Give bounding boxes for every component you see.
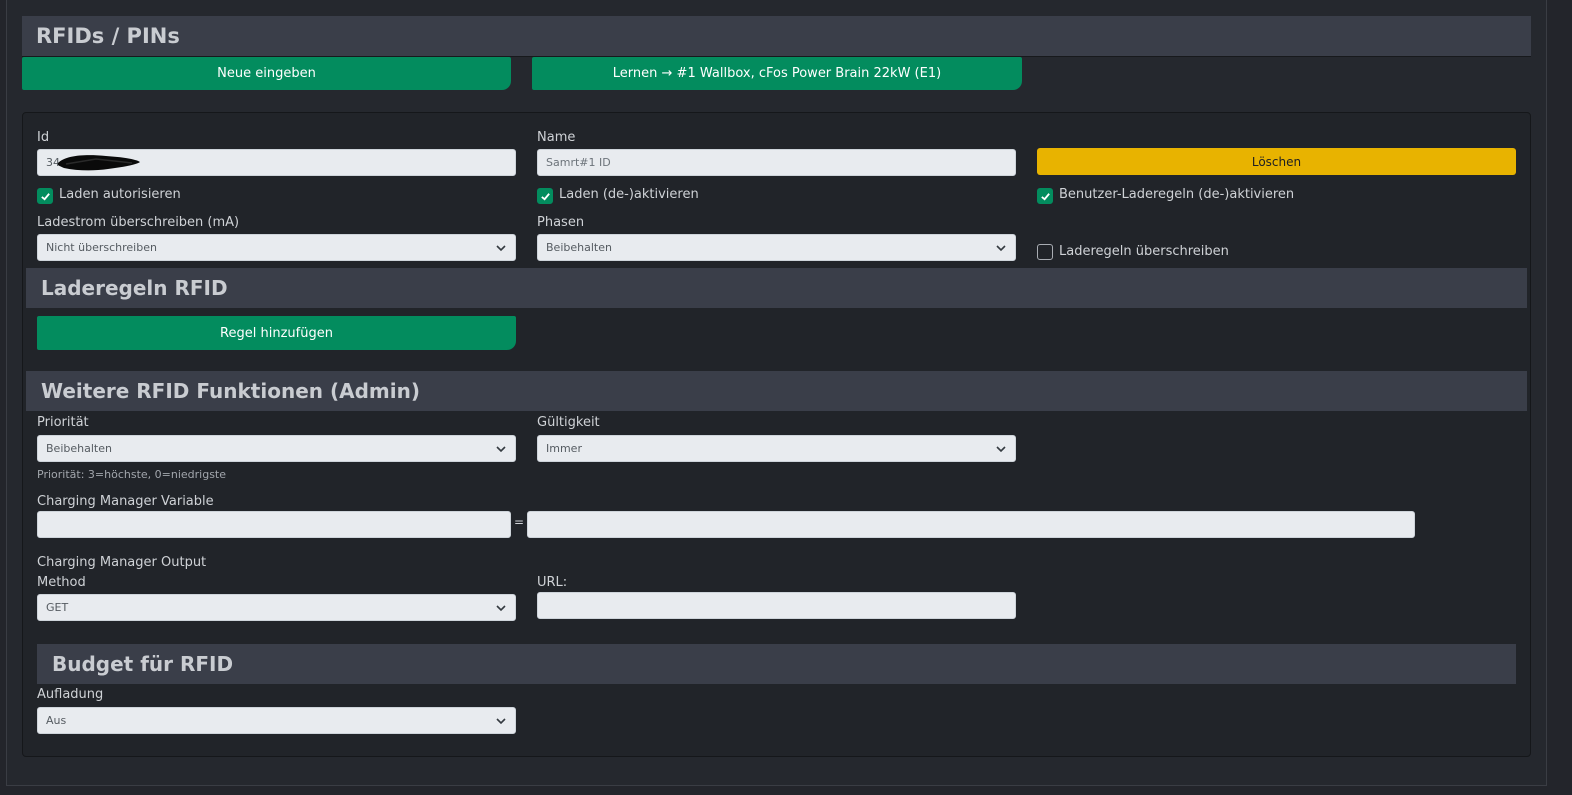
authorize-checkbox[interactable] xyxy=(37,188,53,204)
rules-title: Laderegeln RFID xyxy=(41,276,228,300)
add-rule-button[interactable]: Regel hinzufügen xyxy=(37,316,516,350)
name-input[interactable] xyxy=(546,156,1015,169)
priority-value: Beibehalten xyxy=(46,442,112,455)
delete-button[interactable]: Löschen xyxy=(1037,148,1516,175)
user-rules-label: Benutzer-Laderegeln (de-)aktivieren xyxy=(1059,187,1295,202)
charge-select[interactable]: Aus xyxy=(37,707,516,734)
deactivate-label: Laden (de-)aktivieren xyxy=(559,187,699,202)
user-rules-checkbox[interactable] xyxy=(1037,188,1053,204)
cm-variable-name-field[interactable] xyxy=(37,511,511,538)
method-select[interactable]: GET xyxy=(37,594,516,621)
cm-variable-value-field[interactable] xyxy=(527,511,1415,538)
admin-title: Weitere RFID Funktionen (Admin) xyxy=(41,379,420,403)
chevron-down-icon xyxy=(496,245,506,252)
check-icon xyxy=(40,192,50,201)
chevron-down-icon xyxy=(996,245,1006,252)
redaction-scribble xyxy=(57,155,140,171)
current-label: Ladestrom überschreiben (mA) xyxy=(37,215,240,230)
name-label: Name xyxy=(537,130,576,145)
deactivate-checkbox[interactable] xyxy=(537,188,553,204)
priority-label: Priorität xyxy=(37,415,89,430)
cm-variable-label: Charging Manager Variable xyxy=(37,494,214,509)
check-icon xyxy=(1040,192,1050,201)
validity-select[interactable]: Immer xyxy=(537,435,1016,462)
budget-title: Budget für RFID xyxy=(52,652,234,676)
current-value: Nicht überschreiben xyxy=(46,241,157,254)
url-label: URL: xyxy=(537,575,568,590)
url-field[interactable] xyxy=(537,592,1016,619)
chevron-down-icon xyxy=(496,605,506,612)
charge-value: Aus xyxy=(46,714,67,727)
phases-value: Beibehalten xyxy=(546,241,612,254)
section-title: RFIDs / PINs xyxy=(36,24,180,48)
authorize-label: Laden autorisieren xyxy=(59,187,181,202)
phases-label: Phasen xyxy=(537,215,585,230)
cm-output-label: Charging Manager Output xyxy=(37,555,207,570)
override-rules-checkbox[interactable] xyxy=(1037,244,1053,260)
new-rfid-button[interactable]: Neue eingeben xyxy=(22,57,511,90)
phases-select[interactable]: Beibehalten xyxy=(537,234,1016,261)
id-label: Id xyxy=(37,130,50,145)
url-input[interactable] xyxy=(546,599,1015,612)
learn-rfid-button[interactable]: Lernen → #1 Wallbox, cFos Power Brain 22… xyxy=(532,57,1022,90)
chevron-down-icon xyxy=(496,446,506,453)
priority-hint: Priorität: 3=höchste, 0=niedrigste xyxy=(37,468,227,481)
method-label: Method xyxy=(37,575,86,590)
admin-header: Weitere RFID Funktionen (Admin) xyxy=(26,371,1527,411)
name-field[interactable] xyxy=(537,149,1016,176)
cm-variable-name-input[interactable] xyxy=(46,518,510,531)
validity-label: Gültigkeit xyxy=(537,415,600,430)
rules-header: Laderegeln RFID xyxy=(26,268,1527,308)
priority-select[interactable]: Beibehalten xyxy=(37,435,516,462)
current-select[interactable]: Nicht überschreiben xyxy=(37,234,516,261)
method-value: GET xyxy=(46,601,69,614)
validity-value: Immer xyxy=(546,442,582,455)
chevron-down-icon xyxy=(496,718,506,725)
chevron-down-icon xyxy=(996,446,1006,453)
budget-header: Budget für RFID xyxy=(37,644,1516,684)
section-header-rfids: RFIDs / PINs xyxy=(22,16,1531,56)
override-rules-label: Laderegeln überschreiben xyxy=(1059,244,1229,259)
cm-variable-value-input[interactable] xyxy=(536,518,1414,531)
equals-sign: = xyxy=(514,515,525,529)
charge-label: Aufladung xyxy=(37,687,104,702)
check-icon xyxy=(540,192,550,201)
